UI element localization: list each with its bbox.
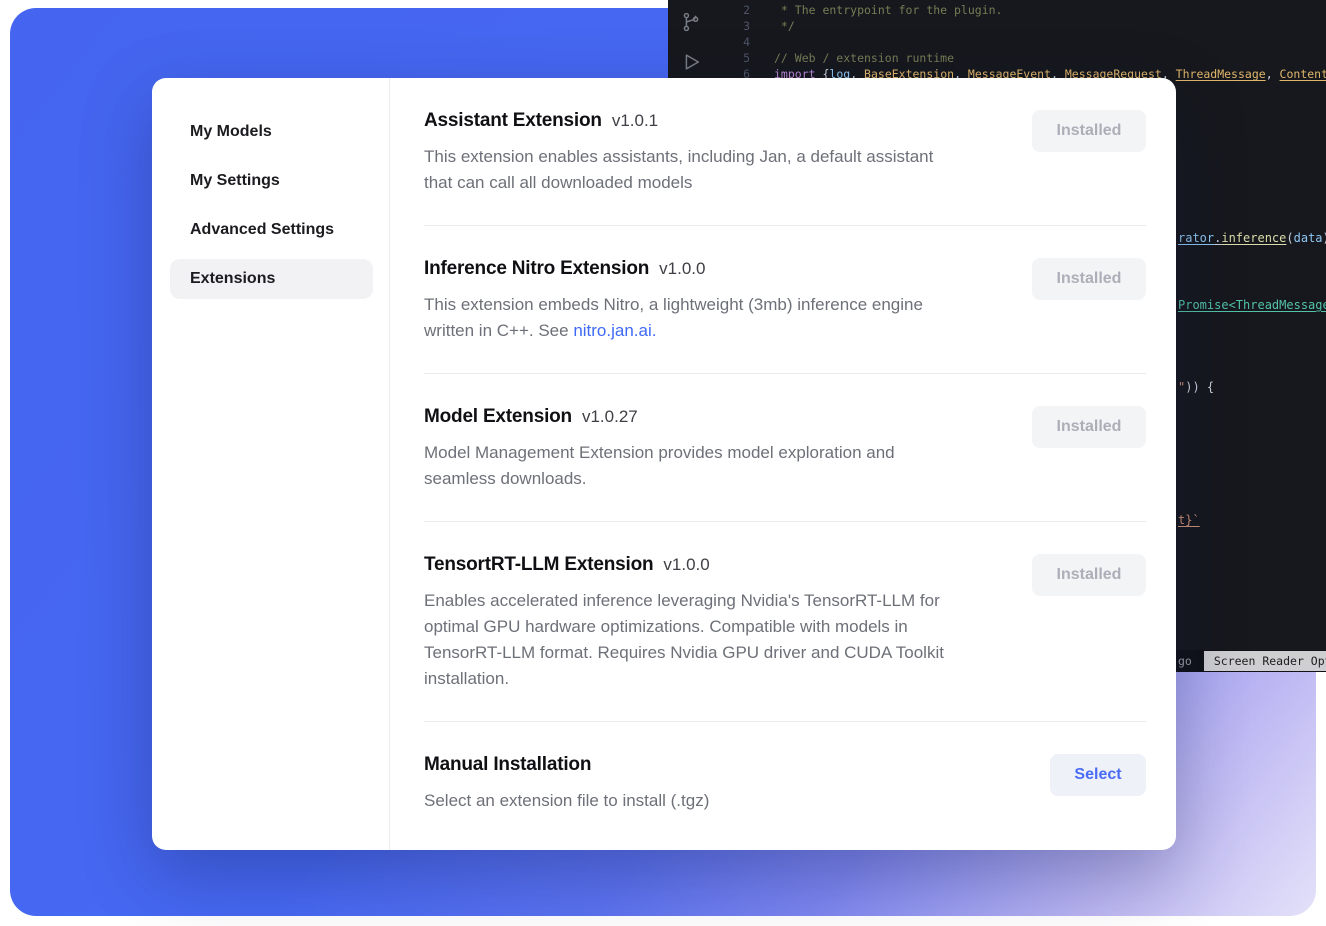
installed-button[interactable]: Installed <box>1032 258 1146 300</box>
run-debug-icon[interactable] <box>679 50 703 74</box>
installed-button[interactable]: Installed <box>1032 554 1146 596</box>
extension-row-assistant: Assistant Extension v1.0.1 This extensio… <box>424 78 1146 226</box>
sidebar-item-extensions[interactable]: Extensions <box>170 259 373 299</box>
screen-reader-chip[interactable]: Screen Reader Optimized <box>1204 651 1326 671</box>
extension-title: Inference Nitro Extension <box>424 258 649 280</box>
extension-info: Assistant Extension v1.0.1 This extensio… <box>424 110 1032 196</box>
settings-sidebar: My Models My Settings Advanced Settings … <box>152 78 390 850</box>
git-fork-icon[interactable] <box>679 10 703 34</box>
line-number: 3 <box>738 18 750 34</box>
sidebar-item-my-settings[interactable]: My Settings <box>170 161 373 201</box>
extension-description: Enables accelerated inference leveraging… <box>424 588 1008 692</box>
extension-info: Model Extension v1.0.27 Model Management… <box>424 406 1032 492</box>
extension-info: Inference Nitro Extension v1.0.0 This ex… <box>424 258 1032 344</box>
extension-info: TensortRT-LLM Extension v1.0.0 Enables a… <box>424 554 1032 692</box>
code-text: * The entrypoint for the plugin. <box>774 2 1002 18</box>
extension-version: v1.0.1 <box>612 111 658 131</box>
code-line: 2 * The entrypoint for the plugin. <box>738 2 1326 18</box>
sidebar-item-advanced-settings[interactable]: Advanced Settings <box>170 210 373 250</box>
settings-modal: My Models My Settings Advanced Settings … <box>152 78 1176 850</box>
extension-description: This extension embeds Nitro, a lightweig… <box>424 292 1008 344</box>
extension-version: v1.0.0 <box>663 555 709 575</box>
code-text: // Web / extension runtime <box>774 50 954 66</box>
manual-installation-title: Manual Installation <box>424 754 591 776</box>
code-line: 5 // Web / extension runtime <box>738 50 1326 66</box>
extension-version: v1.0.27 <box>582 407 638 427</box>
select-file-button[interactable]: Select <box>1050 754 1146 796</box>
extension-title: Model Extension <box>424 406 572 428</box>
installed-button[interactable]: Installed <box>1032 406 1146 448</box>
extension-description: Model Management Extension provides mode… <box>424 440 1008 492</box>
extension-title: Assistant Extension <box>424 110 602 132</box>
extension-title-line: Manual Installation <box>424 754 1026 776</box>
code-fragment: ")) { <box>1178 379 1214 395</box>
code-fragment: rator.inference(data)); <box>1178 230 1326 246</box>
extension-title-line: TensortRT-LLM Extension v1.0.0 <box>424 554 1008 576</box>
page: { "editor": { "gutter": ["2", "3", "4", … <box>0 0 1326 926</box>
extension-title: TensortRT-LLM Extension <box>424 554 653 576</box>
extension-version: v1.0.0 <box>659 259 705 279</box>
extension-row-model: Model Extension v1.0.27 Model Management… <box>424 374 1146 522</box>
installed-button[interactable]: Installed <box>1032 110 1146 152</box>
extension-title-line: Assistant Extension v1.0.1 <box>424 110 1008 132</box>
extension-title-line: Inference Nitro Extension v1.0.0 <box>424 258 1008 280</box>
code-fragment: Promise<ThreadMessage> <box>1178 297 1326 313</box>
code-fragment: t}` <box>1178 512 1200 528</box>
extension-info: Manual Installation Select an extension … <box>424 754 1050 814</box>
line-number: 5 <box>738 50 750 66</box>
extensions-panel: Assistant Extension v1.0.1 This extensio… <box>390 78 1176 850</box>
extension-description: This extension enables assistants, inclu… <box>424 144 1008 196</box>
line-number: 4 <box>738 34 750 50</box>
code-line: 4 <box>738 34 1326 50</box>
status-text: go <box>1178 654 1192 668</box>
manual-installation-row: Manual Installation Select an extension … <box>424 722 1146 843</box>
nitro-jan-ai-link[interactable]: nitro.jan.ai. <box>573 321 656 340</box>
description-text: This extension embeds Nitro, a lightweig… <box>424 295 923 340</box>
sidebar-item-my-models[interactable]: My Models <box>170 112 373 152</box>
extension-row-nitro: Inference Nitro Extension v1.0.0 This ex… <box>424 226 1146 374</box>
code-line: 3 */ <box>738 18 1326 34</box>
extension-row-tensorrt: TensortRT-LLM Extension v1.0.0 Enables a… <box>424 522 1146 722</box>
code-lines: 2 * The entrypoint for the plugin. 3 */ … <box>738 2 1326 82</box>
extension-title-line: Model Extension v1.0.27 <box>424 406 1008 428</box>
manual-installation-description: Select an extension file to install (.tg… <box>424 788 1026 814</box>
code-text: */ <box>774 18 795 34</box>
line-number: 2 <box>738 2 750 18</box>
